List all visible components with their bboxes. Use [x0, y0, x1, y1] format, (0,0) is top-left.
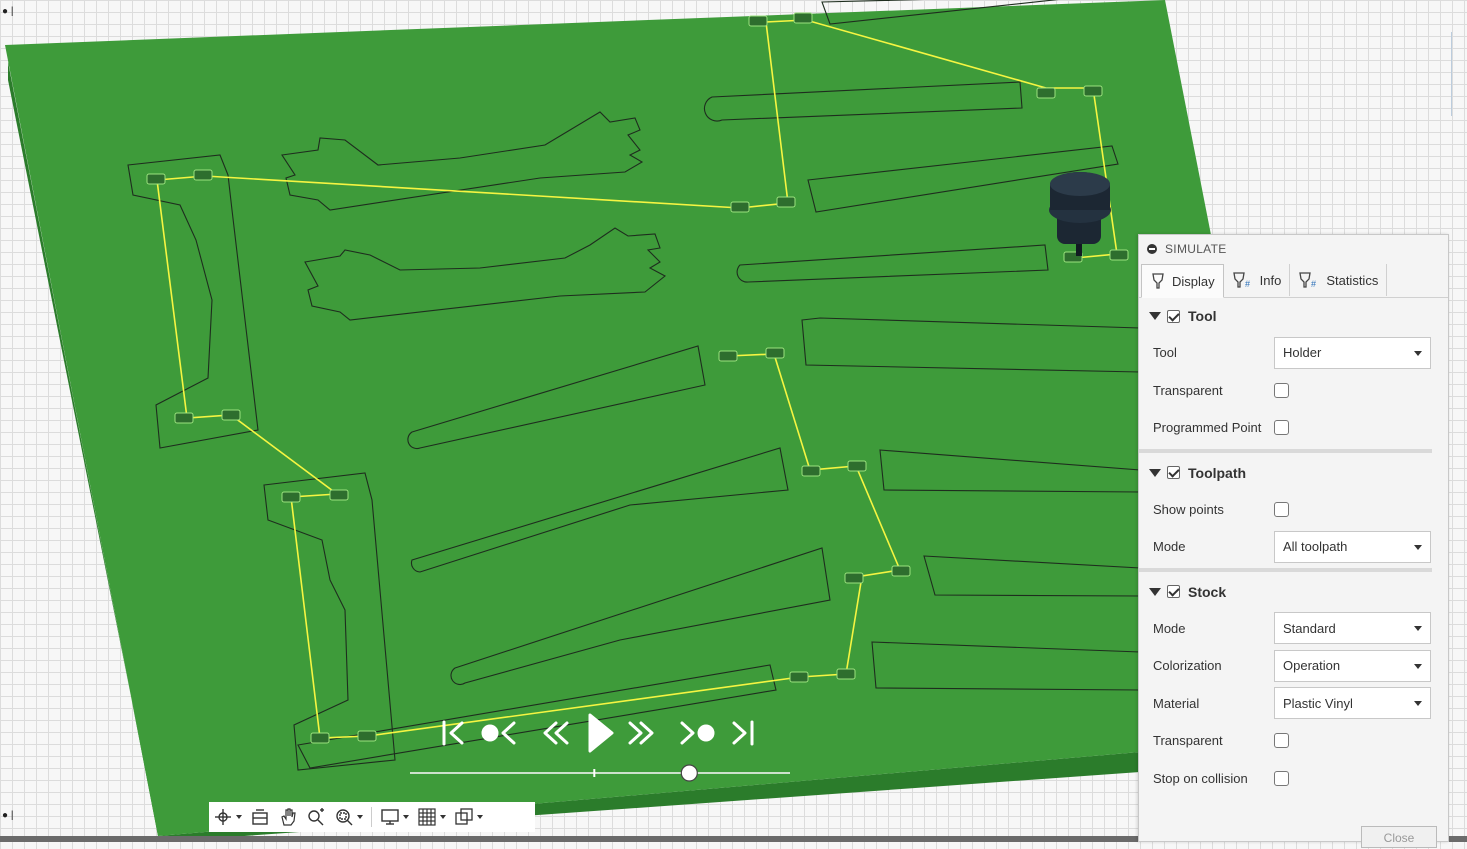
expand-triangle-icon[interactable] [1149, 312, 1161, 320]
tool-transparent-row: Transparent [1139, 372, 1448, 410]
dropdown-caret-icon [1414, 701, 1422, 707]
material-select[interactable]: Plastic Vinyl [1274, 687, 1431, 720]
tab-statistics-label: Statistics [1326, 272, 1379, 288]
svg-text:#: # [1311, 279, 1316, 289]
skip-to-start-icon[interactable] [442, 720, 464, 746]
close-button[interactable]: Close [1361, 826, 1437, 848]
show-points-row: Show points [1139, 491, 1448, 529]
material-label: Material [1153, 695, 1200, 711]
orbit-icon [215, 809, 231, 825]
grid-settings-icon [418, 808, 436, 826]
show-points-checkbox[interactable] [1274, 501, 1289, 517]
zoom-icon [308, 808, 324, 826]
show-points-label: Show points [1153, 501, 1224, 517]
section-divider [1139, 567, 1432, 572]
navigation-toolbar [209, 802, 535, 832]
stop-on-collision-label: Stop on collision [1153, 770, 1248, 786]
section-tool-title: Tool [1188, 308, 1217, 324]
toolpath-mode-row: Mode All toolpath [1139, 528, 1448, 566]
viewports-icon [455, 808, 473, 825]
expand-triangle-icon[interactable] [1149, 468, 1161, 477]
tool-label: Tool [1153, 345, 1177, 361]
programmed-point-label: Programmed Point [1153, 420, 1262, 436]
colorization-label: Colorization [1153, 658, 1222, 674]
look-at-button[interactable] [250, 807, 270, 827]
fit-button[interactable] [334, 807, 363, 827]
skip-to-end-icon[interactable] [732, 720, 754, 746]
colorization-row: Colorization Operation [1139, 647, 1448, 685]
svg-text:#: # [1245, 279, 1250, 289]
section-stock-title: Stock [1188, 583, 1227, 600]
section-divider [1139, 448, 1432, 453]
tool-select[interactable]: Holder [1274, 336, 1431, 369]
tab-statistics[interactable]: # Statistics [1290, 264, 1388, 296]
stock-section-checkbox[interactable] [1167, 585, 1180, 598]
colorization-select[interactable]: Operation [1274, 649, 1431, 682]
panel-title: SIMULATE [1165, 242, 1227, 256]
panel-tabs: Display # Info # Statistics [1139, 263, 1448, 298]
programmed-point-row: Programmed Point [1139, 409, 1448, 447]
fit-icon [336, 809, 353, 826]
simulate-panel: SIMULATE Display # Info # Statistics Too… [1138, 234, 1449, 848]
display-settings-icon [381, 809, 399, 825]
section-toolpath-header[interactable]: Toolpath [1139, 455, 1448, 491]
dropdown-caret-icon [1414, 626, 1422, 632]
previous-operation-icon[interactable] [481, 721, 516, 745]
grid-settings-button[interactable] [417, 807, 446, 827]
colorization-value: Operation [1283, 658, 1341, 674]
display-tool-icon [1152, 273, 1164, 289]
toolpath-mode-value: All toolpath [1283, 539, 1348, 555]
panel-header: SIMULATE [1139, 235, 1448, 263]
viewports-button[interactable] [454, 807, 483, 827]
toolpath-section-checkbox[interactable] [1167, 466, 1180, 479]
dropdown-caret-icon [1414, 544, 1422, 550]
material-value: Plastic Vinyl [1283, 695, 1353, 711]
tool-row: Tool Holder [1139, 334, 1448, 372]
stock-transparent-label: Transparent [1153, 733, 1223, 749]
zoom-button[interactable] [306, 807, 326, 827]
tab-display[interactable]: Display [1141, 264, 1224, 298]
stock-transparent-checkbox[interactable] [1274, 733, 1289, 749]
dropdown-caret-icon [1414, 663, 1422, 669]
stock-mode-row: Mode Standard [1139, 610, 1448, 648]
pan-button[interactable] [278, 807, 298, 827]
stock-mode-select[interactable]: Standard [1274, 612, 1431, 645]
orbit-button[interactable] [213, 807, 242, 827]
section-tool-header[interactable]: Tool [1139, 298, 1448, 334]
tool-section-checkbox[interactable] [1167, 309, 1180, 323]
step-back-icon[interactable] [543, 721, 569, 745]
play-icon[interactable] [588, 713, 614, 753]
collapse-icon[interactable] [1147, 244, 1157, 254]
section-toolpath-title: Toolpath [1188, 464, 1247, 481]
statistics-tool-icon: # [1299, 272, 1316, 289]
look-at-icon [252, 809, 268, 825]
toolpath-mode-label: Mode [1153, 539, 1186, 555]
pan-icon [281, 808, 296, 826]
stop-on-collision-checkbox[interactable] [1274, 770, 1289, 786]
tab-display-label: Display [1172, 273, 1215, 289]
timeline-slider-handle[interactable] [680, 764, 698, 782]
stock-mode-label: Mode [1153, 620, 1186, 636]
info-tool-icon: # [1232, 272, 1250, 289]
dropdown-caret-icon [1414, 350, 1422, 356]
stop-on-collision-row: Stop on collision [1139, 760, 1448, 798]
toolpath-mode-select[interactable]: All toolpath [1274, 530, 1431, 563]
stock-mode-value: Standard [1283, 620, 1336, 636]
tool-transparent-checkbox[interactable] [1274, 382, 1289, 398]
expand-triangle-icon[interactable] [1149, 587, 1161, 596]
programmed-point-checkbox[interactable] [1274, 420, 1289, 436]
section-stock-header[interactable]: Stock [1139, 574, 1448, 610]
tab-info[interactable]: # Info [1224, 264, 1291, 296]
next-operation-icon[interactable] [680, 721, 715, 745]
tab-info-label: Info [1259, 272, 1282, 288]
tool-transparent-label: Transparent [1153, 382, 1223, 398]
step-forward-icon[interactable] [628, 721, 654, 745]
material-row: Material Plastic Vinyl [1139, 685, 1448, 723]
stock-transparent-row: Transparent [1139, 722, 1448, 760]
tool-select-value: Holder [1283, 345, 1322, 361]
display-settings-button[interactable] [380, 807, 409, 827]
